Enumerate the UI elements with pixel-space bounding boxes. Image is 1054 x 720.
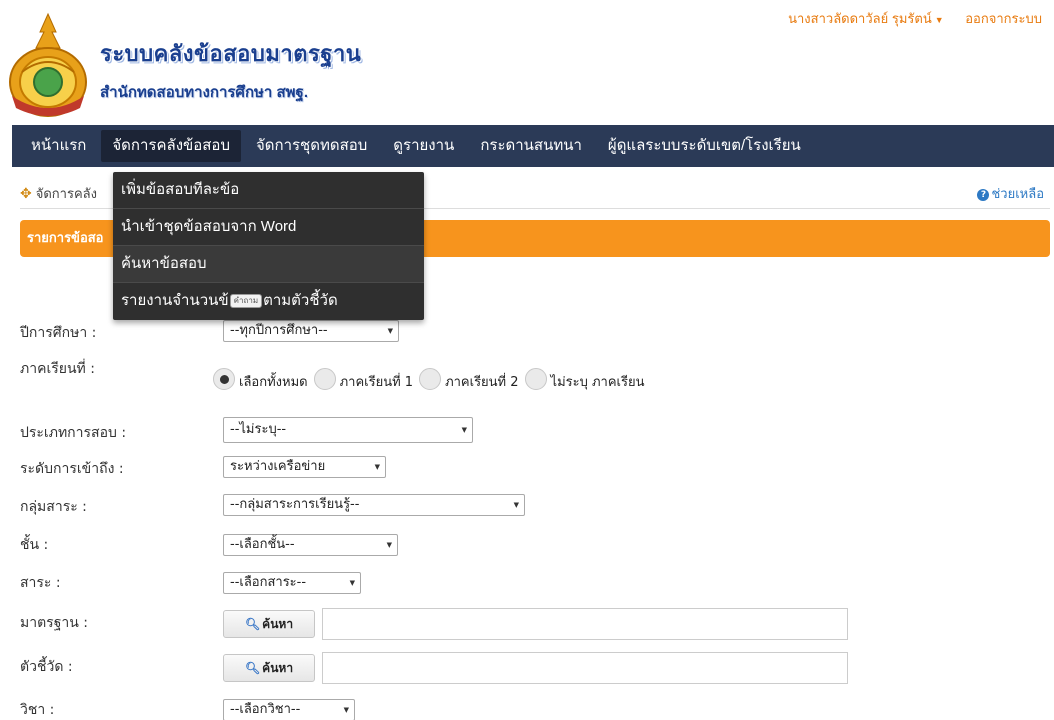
manage-item-bank-dropdown: เพิ่มข้อสอบทีละข้อ นำเข้าชุดข้อสอบจาก Wo…	[113, 172, 424, 320]
menu-report-label-end: ตามตัวชี้วัด	[263, 292, 338, 309]
subject-group-label: กลุ่มสาระ :	[20, 499, 87, 515]
indicator-search-button[interactable]: 🔍︎ ค้นหา	[223, 654, 315, 682]
access-level-select[interactable]: ระหว่างเครือข่าย	[223, 456, 386, 478]
menu-report-by-indicator[interactable]: รายงานจำนวนข้ คำถาม ตามตัวชี้วัด	[113, 283, 424, 320]
help-label: ช่วยเหลือ	[991, 187, 1044, 202]
user-menu[interactable]: นางสาวลัดดาวัลย์ รุมรัตน์ ▼	[788, 11, 944, 26]
grade-select[interactable]: --เลือกชั้น--	[223, 534, 398, 556]
semester-option-all: เลือกทั้งหมด	[239, 375, 308, 390]
year-select[interactable]: --ทุกปีการศึกษา--	[223, 320, 399, 342]
semester-radio-all[interactable]	[213, 367, 235, 390]
magnifier-icon: 🔍︎	[244, 617, 261, 631]
semester-option-none: ไม่ระบุ ภาคเรียน	[550, 375, 645, 390]
standard-label: มาตรฐาน :	[20, 615, 89, 631]
semester-radio-2[interactable]	[419, 367, 442, 390]
nav-discussion-board[interactable]: กระดานสนทนา	[469, 130, 593, 162]
exam-type-label: ประเภทการสอบ :	[20, 425, 127, 441]
main-navbar: หน้าแรก จัดการคลังข้อสอบ จัดการชุดทดสอบ …	[12, 125, 1054, 167]
site-subtitle: สำนักทดสอบทางการศึกษา สพฐ.	[100, 84, 308, 101]
access-level-label: ระดับการเข้าถึง :	[20, 461, 124, 477]
menu-search-questions[interactable]: ค้นหาข้อสอบ	[113, 246, 424, 283]
breadcrumb-icon: ✥	[20, 186, 32, 202]
semester-option-1: ภาคเรียนที่ 1	[339, 375, 414, 390]
nav-admin-area-school[interactable]: ผู้ดูแลระบบระดับเขต/โรงเรียน	[597, 130, 812, 162]
course-select[interactable]: --เลือกวิชา--	[223, 699, 355, 720]
grade-label: ชั้น :	[20, 537, 49, 553]
obec-emblem-icon	[9, 12, 87, 117]
exam-type-select[interactable]: --ไม่ระบุ--	[223, 417, 473, 443]
course-label: วิชา :	[20, 702, 55, 718]
indicator-search-label: ค้นหา	[262, 661, 294, 675]
user-name: นางสาวลัดดาวัลย์ รุมรัตน์	[788, 11, 932, 26]
nav-home[interactable]: หน้าแรก	[20, 130, 97, 162]
logout-link[interactable]: ออกจากระบบ	[965, 11, 1042, 26]
tooltip: คำถาม	[229, 294, 263, 309]
menu-report-label-start: รายงานจำนวนข้	[121, 292, 229, 309]
strand-label: สาระ :	[20, 575, 61, 591]
nav-view-reports[interactable]: ดูรายงาน	[382, 130, 465, 162]
menu-import-word[interactable]: นำเข้าชุดข้อสอบจาก Word	[113, 209, 424, 246]
nav-manage-item-bank[interactable]: จัดการคลังข้อสอบ	[101, 130, 241, 162]
help-link[interactable]: ? ช่วยเหลือ	[977, 183, 1044, 204]
breadcrumb: ✥ จัดการคลัง	[20, 183, 97, 204]
subject-group-select[interactable]: --กลุ่มสาระการเรียนรู้--	[223, 494, 525, 516]
menu-add-question[interactable]: เพิ่มข้อสอบทีละข้อ	[113, 172, 424, 209]
semester-option-2: ภาคเรียนที่ 2	[445, 375, 519, 390]
user-links: นางสาวลัดดาวัลย์ รุมรัตน์ ▼ ออกจากระบบ	[788, 8, 1042, 29]
semester-radio-none[interactable]	[524, 367, 547, 390]
caret-down-icon: ▼	[934, 15, 944, 25]
section-title: รายการข้อสอ	[27, 231, 104, 246]
site-title: ระบบคลังข้อสอบมาตรฐาน	[100, 41, 362, 66]
help-icon: ?	[977, 189, 990, 201]
semester-label: ภาคเรียนที่ :	[20, 361, 95, 377]
standard-search-button[interactable]: 🔍︎ ค้นหา	[223, 610, 315, 638]
semester-radio-1[interactable]	[313, 367, 336, 390]
indicator-input[interactable]	[322, 652, 848, 684]
standard-search-label: ค้นหา	[262, 617, 294, 631]
nav-manage-test-sets[interactable]: จัดการชุดทดสอบ	[245, 130, 378, 162]
standard-input[interactable]	[322, 608, 848, 640]
semester-radio-group: เลือกทั้งหมด ภาคเรียนที่ 1 ภาคเรียนที่ 2…	[213, 365, 650, 392]
indicator-label: ตัวชี้วัด :	[20, 659, 73, 675]
site-header: ระบบคลังข้อสอบมาตรฐาน สำนักทดสอบทางการศึ…	[0, 0, 1054, 118]
breadcrumb-text[interactable]: จัดการคลัง	[36, 187, 97, 202]
magnifier-icon: 🔍︎	[244, 661, 261, 675]
year-label: ปีการศึกษา :	[20, 325, 97, 341]
strand-select[interactable]: --เลือกสาระ--	[223, 572, 361, 594]
